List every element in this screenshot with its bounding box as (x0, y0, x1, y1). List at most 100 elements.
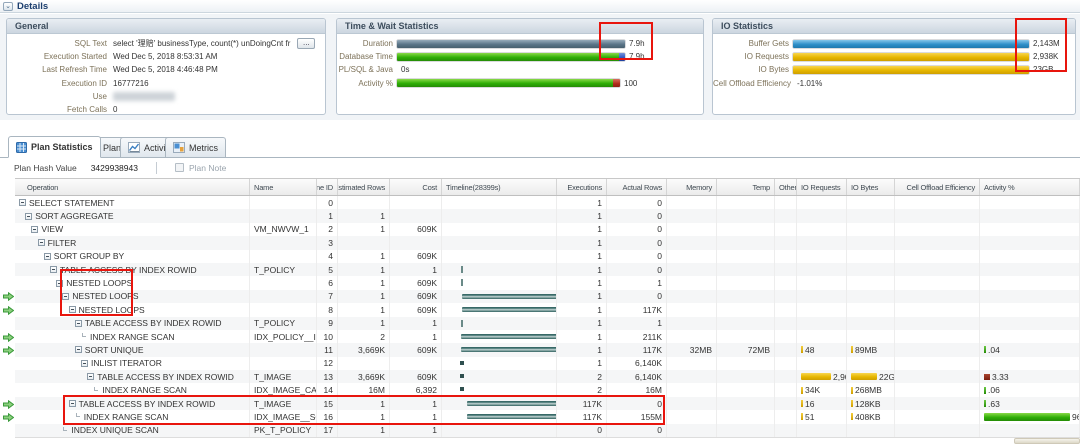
horizontal-scrollbar-thumb[interactable] (1014, 438, 1080, 444)
cell-other (775, 196, 797, 209)
column-header[interactable]: Operation (15, 179, 250, 195)
stat-label: IO Requests (713, 52, 793, 61)
tab-plan-statistics[interactable]: Plan Statistics (8, 136, 101, 158)
collapse-node-icon[interactable] (75, 346, 82, 353)
cell-op: SELECT STATEMENT (15, 196, 250, 209)
plan-row[interactable]: TABLE ACCESS BY INDEX ROWIDT_IMAGE133,66… (15, 370, 1080, 383)
cell-value: 0 (597, 425, 602, 435)
collapse-node-icon[interactable] (81, 360, 88, 367)
cell-name: T_IMAGE (250, 370, 317, 383)
plan-row[interactable]: INDEX RANGE SCANIDX_POLICY__INSERT_TI102… (15, 330, 1080, 343)
cell-ioreq (797, 236, 847, 249)
cell-value: 16M (368, 385, 385, 395)
column-header[interactable]: IO Requests (797, 179, 847, 195)
cell-celloff (895, 276, 980, 289)
cell-temp (717, 236, 775, 249)
cell-value: 1 (597, 305, 602, 315)
plan-row[interactable]: SORT AGGREGATE1110 (15, 209, 1080, 222)
timeline-bar (461, 334, 557, 339)
cell-value: 34K (805, 385, 820, 395)
cell-temp (717, 303, 775, 316)
cell-cost: 609K (390, 303, 442, 316)
column-header[interactable]: Cell Offload Efficiency (895, 179, 980, 195)
cell-act: 0 (607, 424, 667, 437)
cell-value: 3,669K (358, 372, 385, 382)
plan-row[interactable]: NESTED LOOPS71609K10 (15, 290, 1080, 303)
collapse-node-icon[interactable] (44, 253, 51, 260)
io-bar (801, 400, 803, 407)
timeline-bar (462, 294, 557, 299)
column-header[interactable]: Temp (717, 179, 775, 195)
column-header[interactable]: Executions (557, 179, 607, 195)
collapse-node-icon[interactable] (38, 239, 45, 246)
collapse-node-icon[interactable] (87, 373, 94, 380)
cell-name: PK_T_POLICY (250, 424, 317, 437)
cell-ioreq: 2,904K (797, 370, 847, 383)
cell-est: 3,669K (338, 370, 390, 383)
cell-mem (667, 263, 717, 276)
cell-value: 1 (597, 224, 602, 234)
cell-op: SORT UNIQUE (15, 343, 250, 356)
plan-row[interactable]: INDEX UNIQUE SCANPK_T_POLICY171100 (15, 424, 1080, 437)
cell-temp (717, 290, 775, 303)
cell-value: 12 (324, 358, 333, 368)
cell-activity (980, 276, 1080, 289)
column-header[interactable]: Cost (390, 179, 442, 195)
general-field-row: Use (7, 90, 325, 103)
plan-row[interactable]: NESTED LOOPS61609K11 (15, 276, 1080, 289)
plan-row[interactable]: FILTER310 (15, 236, 1080, 249)
plan-row[interactable]: INLIST ITERATOR1216,140K (15, 357, 1080, 370)
column-header[interactable]: Timeline(28399s) (442, 179, 557, 195)
cell-est (338, 196, 390, 209)
collapse-node-icon[interactable] (31, 226, 38, 233)
plan-row[interactable]: TABLE ACCESS BY INDEX ROWIDT_POLICY51110 (15, 263, 1080, 276)
plan-row[interactable]: SORT GROUP BY41609K10 (15, 250, 1080, 263)
cell-value: 1 (657, 318, 662, 328)
column-header[interactable]: Activity % (980, 179, 1080, 195)
collapse-node-icon[interactable] (25, 213, 32, 220)
cell-name (250, 196, 317, 209)
plan-row[interactable]: SORT UNIQUE113,669K609K1117K32MB72MB4889… (15, 343, 1080, 356)
plan-note-checkbox[interactable] (175, 163, 184, 172)
plan-row[interactable]: TABLE ACCESS BY INDEX ROWIDT_POLICY91111 (15, 317, 1080, 330)
cell-value: 1 (432, 332, 437, 342)
collapse-node-icon[interactable] (50, 266, 57, 273)
cell-op: SORT AGGREGATE (15, 209, 250, 222)
cell-value: 1 (597, 251, 602, 261)
column-header[interactable]: Other (775, 179, 797, 195)
cell-value: 609K (417, 251, 437, 261)
cell-value: 3 (328, 238, 333, 248)
column-header[interactable]: Line ID (317, 179, 338, 195)
plan-row[interactable]: SELECT STATEMENT010 (15, 196, 1080, 209)
cell-celloff (895, 223, 980, 236)
cell-cost: 1 (390, 330, 442, 343)
cell-celloff (895, 236, 980, 249)
tab-metrics[interactable]: Metrics (165, 137, 226, 157)
plan-row[interactable]: NESTED LOOPS81609K1117K (15, 303, 1080, 316)
column-header[interactable]: IO Bytes (847, 179, 895, 195)
cell-value: 0 (657, 425, 662, 435)
collapse-node-icon[interactable] (75, 320, 82, 327)
field-label: Last Refresh Time (7, 65, 113, 74)
cell-value: 7 (328, 291, 333, 301)
details-collapse-icon[interactable]: ⌄ (3, 2, 13, 11)
cell-mem (667, 424, 717, 437)
column-header[interactable]: Estimated Rows (338, 179, 390, 195)
cell-act: 0 (607, 236, 667, 249)
column-header[interactable]: Actual Rows (607, 179, 667, 195)
plan-row[interactable]: VIEWVM_NWVW_121609K10 (15, 223, 1080, 236)
current-step-arrow-icon (3, 413, 14, 422)
redacted-value (113, 92, 175, 101)
cell-value: 0 (657, 198, 662, 208)
cell-other (775, 317, 797, 330)
collapse-node-icon[interactable] (19, 199, 26, 206)
cell-ioreq (797, 303, 847, 316)
cell-value: 211K (643, 332, 662, 342)
timeline-dot (460, 387, 464, 391)
sql-text-expand-button[interactable]: ... (297, 38, 315, 49)
operation-label: SORT UNIQUE (85, 345, 144, 355)
cell-ioreq: 51 (797, 410, 847, 423)
column-header[interactable]: Memory (667, 179, 717, 195)
cell-celloff (895, 424, 980, 437)
column-header[interactable]: Name (250, 179, 317, 195)
